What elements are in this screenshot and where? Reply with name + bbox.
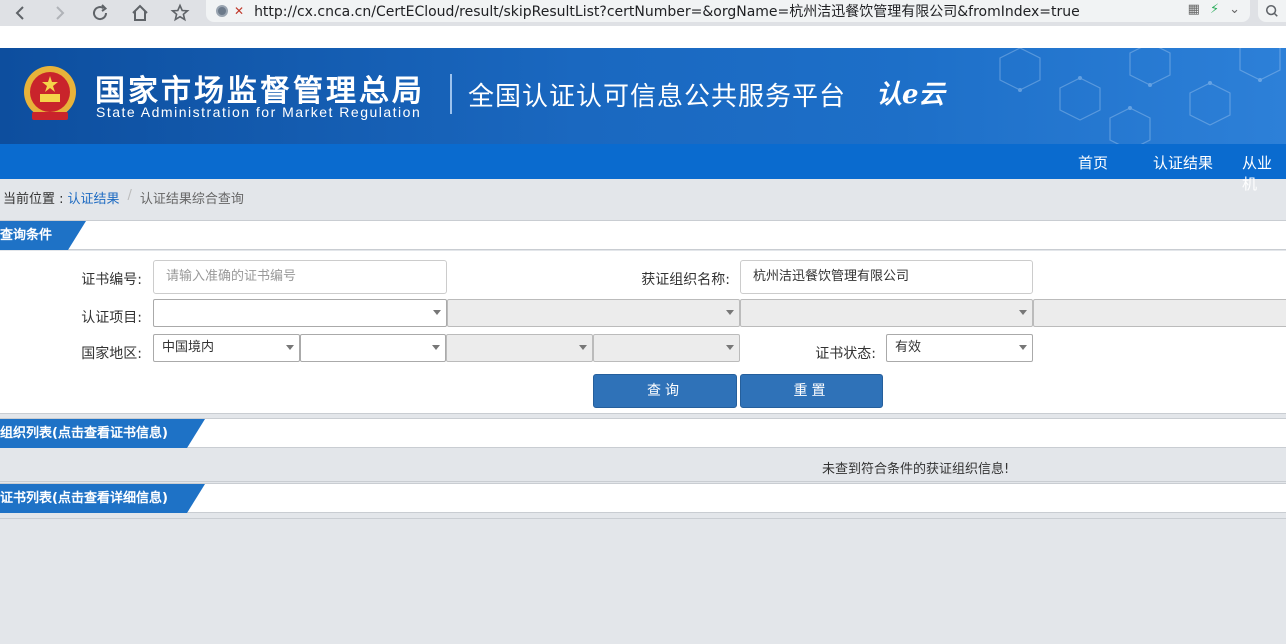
org-list-header: 组织列表(点击查看证书信息) — [0, 418, 1286, 448]
region-select-district[interactable] — [593, 334, 740, 362]
back-button[interactable] — [0, 0, 40, 26]
grid-icon[interactable]: ▦ — [1188, 2, 1200, 17]
chevron-down-icon — [579, 345, 587, 350]
chevron-down-icon — [432, 345, 440, 350]
cert-status-value: 有效 — [895, 340, 922, 355]
org-name-label: 获证组织名称: — [641, 272, 730, 288]
home-button[interactable] — [120, 0, 160, 26]
region-value: 中国境内 — [162, 340, 215, 355]
site-header-banner: 国家市场监督管理总局 State Administration for Mark… — [0, 48, 1286, 144]
chevron-down-icon — [1019, 345, 1027, 350]
cert-project-select-4[interactable] — [1033, 299, 1286, 327]
page-top-strip — [0, 26, 1286, 48]
lightning-icon[interactable]: ⚡ — [1210, 2, 1219, 17]
bookmark-button[interactable] — [160, 0, 200, 26]
cert-project-select-2[interactable] — [447, 299, 740, 327]
query-panel-title: 查询条件 — [0, 221, 86, 250]
home-icon — [132, 4, 148, 21]
star-icon — [170, 3, 190, 22]
address-bar[interactable]: ✕ http://cx.cnca.cn/CertECloud/result/sk… — [206, 0, 1250, 22]
main-navbar: 首页 认证结果 从业机 — [0, 144, 1286, 193]
chevron-down-icon — [726, 345, 734, 350]
renzheng-cloud-logo: 认e云 — [876, 80, 945, 110]
region-select-province[interactable] — [300, 334, 446, 362]
url-text[interactable]: http://cx.cnca.cn/CertECloud/result/skip… — [254, 1, 1080, 21]
cert-number-input[interactable]: 请输入准确的证书编号 — [153, 260, 447, 294]
region-label: 国家地区: — [81, 346, 142, 362]
back-arrow-icon — [15, 6, 24, 20]
cert-project-select-3[interactable] — [740, 299, 1033, 327]
cert-list-title: 证书列表(点击查看详细信息) — [0, 484, 205, 513]
agency-title-en: State Administration for Market Regulati… — [96, 104, 422, 120]
region-select-city[interactable] — [446, 334, 593, 362]
nav-practitioner-orgs[interactable]: 从业机 — [1242, 152, 1286, 194]
region-select-country[interactable]: 中国境内 — [153, 334, 300, 362]
breadcrumb-prefix: 当前位置 : — [3, 192, 64, 207]
cert-status-select[interactable]: 有效 — [886, 334, 1033, 362]
cert-project-label: 认证项目: — [81, 310, 142, 326]
org-list-body: 未查到符合条件的获证组织信息! — [0, 449, 1286, 482]
query-form: 证书编号: 请输入准确的证书编号 获证组织名称: 杭州洁迅餐饮管理有限公司 认证… — [0, 251, 1286, 414]
reload-icon — [93, 4, 108, 21]
search-icon[interactable] — [1258, 0, 1286, 22]
platform-title: 全国认证认可信息公共服务平台 — [468, 82, 847, 112]
org-list-empty-message: 未查到符合条件的获证组织信息! — [822, 462, 1010, 477]
breadcrumb-link-cert-results[interactable]: 认证结果 — [68, 188, 120, 207]
query-panel-header: 查询条件 — [0, 220, 1286, 250]
header-divider — [450, 74, 452, 114]
cert-list-header: 证书列表(点击查看详细信息) — [0, 483, 1286, 513]
reset-button[interactable]: 重置 — [740, 374, 883, 408]
chevron-down-icon — [1019, 310, 1027, 315]
reload-button[interactable] — [80, 0, 120, 26]
nav-cert-results[interactable]: 认证结果 — [1153, 152, 1213, 173]
search-button[interactable]: 查询 — [593, 374, 737, 408]
forward-arrow-icon — [56, 6, 65, 20]
forward-button[interactable] — [40, 0, 80, 26]
cert-project-select-1[interactable] — [153, 299, 447, 327]
hexagon-pattern-icon — [999, 48, 1281, 144]
chevron-down-icon — [726, 310, 734, 315]
not-secure-icon: ✕ — [234, 4, 245, 18]
breadcrumb-current: 认证结果综合查询 — [139, 192, 244, 207]
chevron-down-icon — [286, 345, 294, 350]
site-info-icon[interactable] — [216, 5, 228, 17]
cert-number-label: 证书编号: — [81, 272, 142, 288]
nav-home[interactable]: 首页 — [1078, 152, 1108, 173]
breadcrumb: 当前位置 : 认证结果 / 认证结果综合查询 — [3, 188, 244, 207]
cert-status-label: 证书状态: — [815, 346, 876, 362]
national-emblem-icon — [24, 66, 76, 120]
chevron-down-icon — [433, 310, 441, 315]
org-list-title: 组织列表(点击查看证书信息) — [0, 419, 205, 448]
org-name-input[interactable]: 杭州洁迅餐饮管理有限公司 — [740, 260, 1033, 294]
cert-list-bottom-border — [0, 518, 1286, 519]
breadcrumb-separator: / — [127, 188, 132, 203]
chevron-down-icon[interactable]: ⌄ — [1229, 2, 1240, 17]
